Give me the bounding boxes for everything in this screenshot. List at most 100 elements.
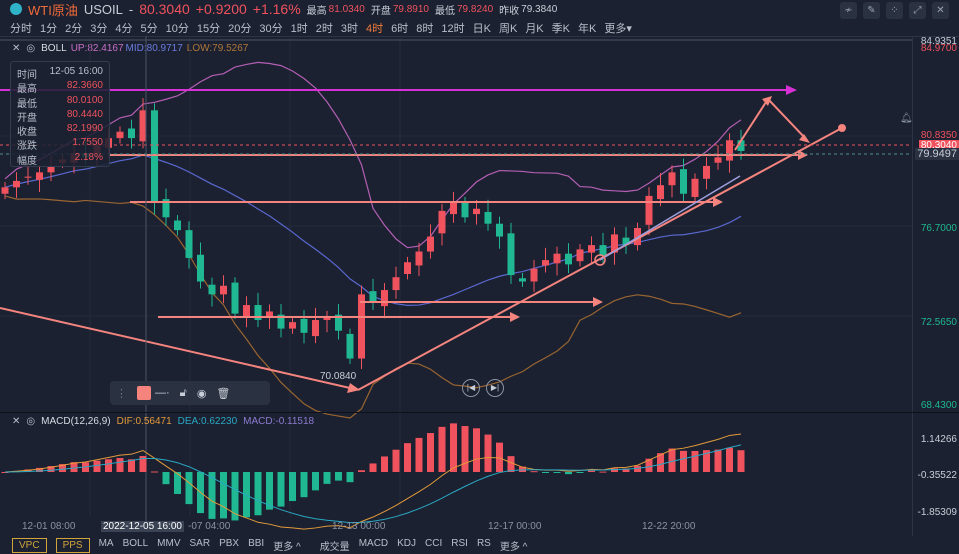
period-tab[interactable]: 1时: [291, 20, 308, 36]
indicator-option[interactable]: 成交量: [320, 538, 350, 553]
period-tab[interactable]: 更多▾: [604, 20, 632, 36]
indicator-option[interactable]: 更多 ^: [500, 538, 527, 553]
macd-histogram-bar: [542, 472, 549, 473]
settings-icon[interactable]: ◎: [26, 416, 35, 427]
chart-type-icon[interactable]: ≁: [840, 2, 857, 19]
macd-histogram-bar: [277, 472, 285, 507]
compare-icon[interactable]: ⁘: [886, 2, 903, 19]
candle-body: [714, 157, 722, 163]
period-tab[interactable]: 月K: [525, 20, 543, 36]
macd-histogram-bar: [323, 472, 331, 484]
candle-body: [289, 322, 296, 329]
period-tab[interactable]: 2分: [65, 20, 82, 36]
period-tab[interactable]: 年K: [578, 20, 596, 36]
period-tab[interactable]: 分时: [10, 20, 32, 36]
indicator-option[interactable]: PBX: [219, 538, 239, 553]
candle-body: [588, 245, 595, 253]
macd-histogram-bar: [576, 472, 584, 473]
fullscreen-icon[interactable]: ⤢: [909, 2, 926, 19]
indicator-option[interactable]: MMV: [157, 538, 180, 553]
period-tab[interactable]: 5分: [141, 20, 158, 36]
indicator-option[interactable]: 更多 ^: [273, 538, 300, 553]
period-tab[interactable]: 3分: [90, 20, 107, 36]
indicator-option[interactable]: SAR: [190, 538, 211, 553]
draw-icon[interactable]: ✎: [863, 2, 880, 19]
indicator-option[interactable]: RS: [477, 538, 491, 553]
period-tab[interactable]: 2时: [316, 20, 333, 36]
indicator-option[interactable]: KDJ: [397, 538, 416, 553]
time-label: 12-17 00:00: [488, 521, 542, 532]
projection-path: [734, 97, 807, 151]
candle-body: [726, 140, 733, 161]
prev-icon[interactable]: |◀: [462, 379, 480, 397]
candle-body: [530, 268, 538, 282]
indicator-option[interactable]: CCI: [425, 538, 442, 553]
vpc-button[interactable]: VPC: [12, 537, 47, 553]
instrument-symbol[interactable]: USOIL: [84, 2, 123, 17]
period-tab[interactable]: 3时: [341, 20, 358, 36]
symbol-dropdown-icon[interactable]: -: [129, 2, 133, 17]
period-tab[interactable]: 4时: [366, 20, 383, 36]
period-tab[interactable]: 季K: [552, 20, 570, 36]
indicator-option[interactable]: BBI: [248, 538, 264, 553]
symbol-logo-icon: [10, 3, 22, 15]
close-icon[interactable]: ✕: [932, 2, 949, 19]
macd-histogram-bar: [553, 472, 561, 473]
line-style-icon[interactable]: —·: [155, 387, 170, 399]
tooltip-value: 80.0100: [66, 94, 103, 106]
next-icon[interactable]: ▶|: [486, 379, 504, 397]
color-swatch[interactable]: [137, 386, 151, 400]
indicator-option[interactable]: MACD: [359, 538, 388, 553]
remove-indicator-icon[interactable]: ✕: [12, 416, 20, 427]
macd-histogram-bar: [346, 472, 354, 483]
period-tab[interactable]: 4分: [115, 20, 132, 36]
candle-body: [438, 210, 446, 234]
macd-histogram-bar: [151, 471, 158, 473]
price-chart[interactable]: [0, 36, 959, 536]
indicator-option[interactable]: MA: [99, 538, 114, 553]
indicator-bar: VPC PPS MA BOLL MMV SAR PBX BBI 更多 ^ 成交量 MACD KD…: [0, 536, 959, 554]
period-tab[interactable]: 15分: [197, 20, 220, 36]
tooltip-label: 涨跌: [17, 141, 37, 153]
period-tab[interactable]: 30分: [259, 20, 282, 36]
time-label: 12-01 08:00: [22, 521, 76, 532]
period-tab[interactable]: 12时: [441, 20, 464, 36]
period-tab[interactable]: 日K: [473, 20, 491, 36]
down-trendline: [0, 307, 351, 389]
macd-histogram-bar: [369, 463, 377, 472]
period-tab[interactable]: 8时: [416, 20, 433, 36]
period-tab[interactable]: 10分: [166, 20, 189, 36]
tooltip-row: 最高 82.3660: [17, 80, 103, 95]
candle-body: [116, 131, 124, 139]
indicator-option[interactable]: BOLL: [123, 538, 149, 553]
axis-label: -0.35522: [917, 470, 957, 481]
dif-line: [4, 433, 742, 530]
candle-body: [599, 245, 607, 256]
price-axis[interactable]: 84.9351 84.9700 80.8350 80.3040 79.9497 …: [912, 36, 959, 536]
bell-icon[interactable]: 🔔︎: [900, 113, 913, 124]
time-label: 12-13 00:00: [332, 521, 386, 532]
period-tab[interactable]: 周K: [499, 20, 517, 36]
high-value: 81.0340: [328, 3, 365, 15]
macd-histogram-bar: [358, 470, 365, 472]
macd-histogram-bar: [254, 472, 262, 516]
pps-button[interactable]: PPS: [55, 537, 90, 553]
macd-histogram-bar: [300, 472, 308, 498]
period-tab[interactable]: 20分: [228, 20, 251, 36]
macd-histogram-bar: [737, 450, 745, 472]
period-tab[interactable]: 1分: [40, 20, 57, 36]
alert-price-tag[interactable]: 79.9497: [915, 148, 959, 160]
indicator-option[interactable]: RSI: [451, 538, 468, 553]
candle-body: [496, 223, 503, 237]
prev-close-value: 79.3840: [521, 3, 558, 15]
period-tab[interactable]: 6时: [391, 20, 408, 36]
macd-histogram-bar: [691, 450, 699, 472]
instrument-name[interactable]: WTI原油: [28, 0, 78, 19]
visibility-icon[interactable]: ◉: [197, 387, 207, 400]
drag-handle-icon[interactable]: ⋮: [116, 387, 127, 400]
unlock-icon[interactable]: 🔓︎: [180, 387, 187, 400]
delete-icon[interactable]: 🗑︎: [216, 387, 230, 400]
candle-body: [461, 202, 469, 218]
tooltip-value: 12-05 16:00: [49, 66, 103, 77]
candle-body: [645, 195, 653, 225]
